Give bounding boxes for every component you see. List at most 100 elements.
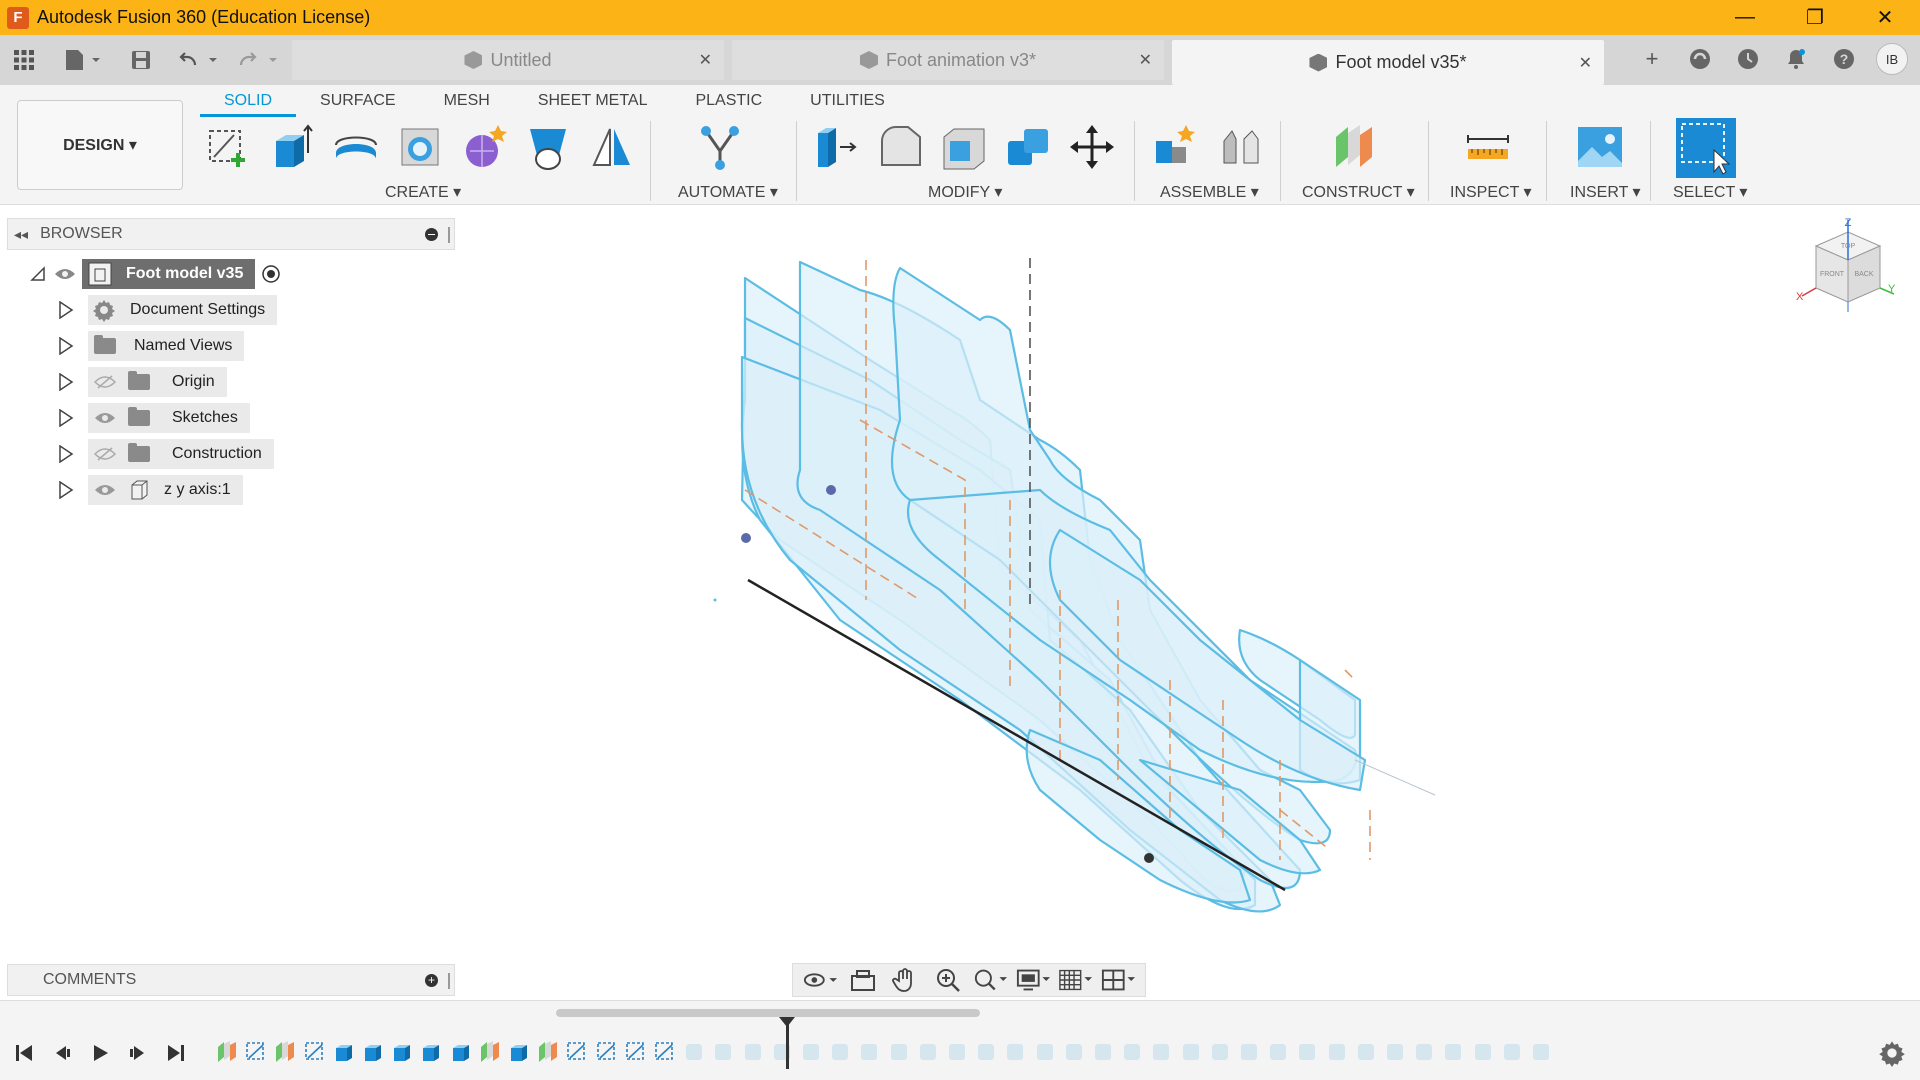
collapse-triangle-icon[interactable] — [28, 264, 48, 284]
press-pull-icon[interactable] — [810, 121, 862, 173]
panel-grip-icon[interactable] — [448, 227, 450, 243]
tree-item-body[interactable]: z y axis:1 — [56, 475, 243, 505]
tab-close-icon[interactable]: ✕ — [1579, 53, 1592, 73]
timeline-suppressed-feature-icon[interactable] — [1000, 1037, 1030, 1067]
step-back-icon[interactable] — [48, 1039, 76, 1067]
timeline-suppressed-feature-icon[interactable] — [1468, 1037, 1498, 1067]
form-icon[interactable] — [458, 121, 510, 173]
help-icon[interactable]: ? — [1828, 43, 1860, 75]
tab-sheet-metal[interactable]: SHEET METAL — [514, 91, 672, 117]
timeline-feature-icon[interactable] — [358, 1037, 388, 1067]
hidden-eye-icon[interactable] — [88, 439, 122, 469]
timeline-feature-icon[interactable] — [533, 1037, 563, 1067]
timeline-suppressed-feature-icon[interactable] — [971, 1037, 1001, 1067]
data-panel-grid-icon[interactable] — [10, 47, 38, 73]
hidden-eye-icon[interactable] — [88, 367, 122, 397]
timeline-feature-icon[interactable] — [592, 1037, 622, 1067]
modify-menu[interactable]: MODIFY ▾ — [928, 182, 1002, 202]
tree-item-named-views[interactable]: Named Views — [56, 331, 245, 361]
browser-minimize-icon[interactable] — [425, 228, 438, 241]
mirror-icon[interactable] — [586, 121, 638, 173]
insert-menu[interactable]: INSERT ▾ — [1570, 182, 1641, 202]
timeline-feature-icon[interactable] — [270, 1037, 300, 1067]
timeline-feature-icon[interactable] — [475, 1037, 505, 1067]
automate-icon[interactable] — [694, 121, 746, 173]
visibility-eye-icon[interactable] — [48, 259, 82, 289]
tree-item-origin[interactable]: Origin — [56, 367, 227, 397]
tab-utilities[interactable]: UTILITIES — [786, 91, 909, 117]
new-component-icon[interactable] — [1148, 121, 1200, 173]
go-to-start-icon[interactable] — [10, 1039, 38, 1067]
tab-close-icon[interactable]: ✕ — [699, 50, 712, 70]
timeline-suppressed-feature-icon[interactable] — [796, 1037, 826, 1067]
timeline-suppressed-feature-icon[interactable] — [708, 1037, 738, 1067]
viewports-icon[interactable] — [1101, 966, 1135, 994]
construction-node[interactable]: Construction — [88, 439, 274, 469]
timeline-suppressed-feature-icon[interactable] — [767, 1037, 797, 1067]
play-icon[interactable] — [86, 1039, 114, 1067]
fillet-icon[interactable] — [874, 121, 926, 173]
display-settings-icon[interactable] — [1016, 966, 1050, 994]
timeline-feature-icon[interactable] — [650, 1037, 680, 1067]
user-avatar[interactable]: IB — [1876, 43, 1908, 75]
expand-triangle-icon[interactable] — [56, 444, 76, 464]
timeline-suppressed-feature-icon[interactable] — [1380, 1037, 1410, 1067]
tab-untitled[interactable]: Untitled ✕ — [292, 40, 724, 80]
orbit-icon[interactable] — [803, 966, 838, 994]
timeline-suppressed-feature-icon[interactable] — [1409, 1037, 1439, 1067]
look-at-icon[interactable] — [846, 966, 880, 994]
pan-hand-icon[interactable] — [888, 966, 922, 994]
timeline-suppressed-feature-icon[interactable] — [1497, 1037, 1527, 1067]
document-settings-node[interactable]: Document Settings — [88, 295, 278, 325]
file-menu-icon[interactable] — [60, 47, 104, 73]
timeline-feature-icon[interactable] — [212, 1037, 242, 1067]
close-window-button[interactable]: ✕ — [1850, 0, 1920, 35]
redo-icon[interactable] — [236, 47, 282, 73]
tree-item-construction[interactable]: Construction — [56, 439, 274, 469]
timeline-feature-icon[interactable] — [446, 1037, 476, 1067]
create-sketch-icon[interactable] — [202, 121, 254, 173]
timeline-suppressed-feature-icon[interactable] — [1205, 1037, 1235, 1067]
go-to-end-icon[interactable] — [162, 1039, 190, 1067]
tab-foot-animation[interactable]: Foot animation v3* ✕ — [732, 40, 1164, 80]
timeline-suppressed-feature-icon[interactable] — [1030, 1037, 1060, 1067]
assemble-menu[interactable]: ASSEMBLE ▾ — [1160, 182, 1259, 202]
construct-menu[interactable]: CONSTRUCT ▾ — [1302, 182, 1415, 202]
tree-item-sketches[interactable]: Sketches — [56, 403, 250, 433]
add-comment-button[interactable]: + — [425, 974, 438, 987]
timeline-settings-gear-icon[interactable] — [1878, 1039, 1906, 1074]
timeline-feature-icon[interactable] — [416, 1037, 446, 1067]
automate-menu[interactable]: AUTOMATE ▾ — [678, 182, 778, 202]
timeline-suppressed-feature-icon[interactable] — [942, 1037, 972, 1067]
step-forward-icon[interactable] — [124, 1039, 152, 1067]
root-component[interactable]: Foot model v35 — [82, 259, 256, 289]
timeline-suppressed-feature-icon[interactable] — [1263, 1037, 1293, 1067]
tab-plastic[interactable]: PLASTIC — [671, 91, 786, 117]
offset-plane-icon[interactable] — [1328, 121, 1380, 173]
save-icon[interactable] — [128, 47, 154, 73]
select-tool-icon[interactable] — [1676, 118, 1736, 178]
timeline-suppressed-feature-icon[interactable] — [738, 1037, 768, 1067]
timeline-suppressed-feature-icon[interactable] — [1526, 1037, 1556, 1067]
fit-window-icon[interactable] — [973, 966, 1008, 994]
activate-radio-icon[interactable] — [261, 264, 281, 284]
undo-icon[interactable] — [176, 47, 222, 73]
inspect-menu[interactable]: INSPECT ▾ — [1450, 182, 1532, 202]
timeline-suppressed-feature-icon[interactable] — [913, 1037, 943, 1067]
tab-close-icon[interactable]: ✕ — [1139, 50, 1152, 70]
expand-triangle-icon[interactable] — [56, 300, 76, 320]
timeline-suppressed-feature-icon[interactable] — [1322, 1037, 1352, 1067]
timeline-feature-icon[interactable] — [562, 1037, 592, 1067]
timeline-feature-icon[interactable] — [241, 1037, 271, 1067]
browser-collapse-icon[interactable]: ◂◂ — [14, 226, 28, 243]
timeline-feature-icon[interactable] — [621, 1037, 651, 1067]
grid-settings-icon[interactable] — [1058, 966, 1093, 994]
timeline-feature-icon[interactable] — [504, 1037, 534, 1067]
timeline-suppressed-feature-icon[interactable] — [1176, 1037, 1206, 1067]
tab-mesh[interactable]: MESH — [420, 91, 514, 117]
timeline-suppressed-feature-icon[interactable] — [679, 1037, 709, 1067]
notifications-bell-icon[interactable] — [1780, 43, 1812, 75]
timeline-track[interactable] — [212, 1029, 1852, 1073]
extrude-icon[interactable] — [266, 121, 318, 173]
job-status-icon[interactable] — [1732, 43, 1764, 75]
